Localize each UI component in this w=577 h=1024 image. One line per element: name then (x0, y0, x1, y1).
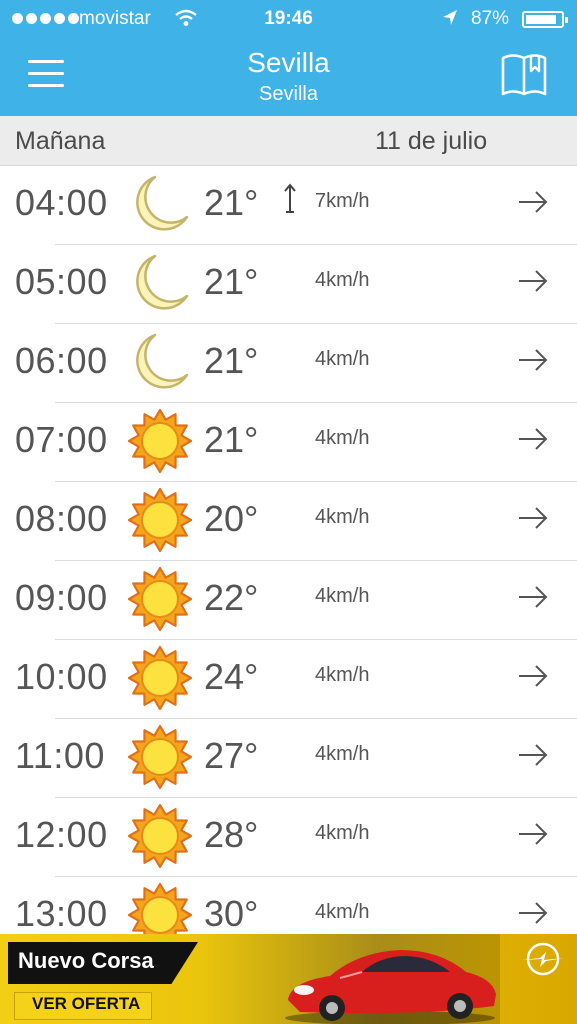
sun-icon (127, 803, 193, 869)
wind-speed: 4km/h (315, 506, 370, 528)
temperature: 28° (204, 814, 259, 855)
temperature: 21° (204, 182, 259, 223)
ad-cta-label[interactable]: VER OFERTA (32, 994, 140, 1014)
hour-label: 13:00 (15, 893, 108, 934)
page-subtitle: Sevilla (259, 83, 318, 105)
hour-label: 06:00 (15, 340, 108, 381)
temperature: 27° (204, 735, 259, 776)
wind-direction-icon (280, 182, 300, 216)
hourly-row[interactable]: 06:00 21° 4km/h (0, 324, 577, 403)
moon-icon (128, 330, 192, 394)
temperature: 21° (204, 261, 259, 302)
arrow-right-icon[interactable] (517, 190, 549, 214)
arrow-right-icon[interactable] (517, 585, 549, 609)
moon-icon (128, 251, 192, 315)
day-date: 11 de julio (375, 127, 488, 155)
top-bar: movistar 19:46 87% Sevilla Sevilla (0, 0, 577, 116)
battery-percent: 87% (471, 8, 510, 29)
temperature: 21° (204, 340, 259, 381)
sun-icon (127, 408, 193, 474)
hourly-row[interactable]: 08:00 20° 4km/h (0, 482, 577, 561)
hourly-row[interactable]: 07:00 21° 4km/h (0, 403, 577, 482)
sun-icon (127, 882, 193, 934)
arrow-right-icon[interactable] (517, 427, 549, 451)
hourly-forecast-list[interactable]: 04:00 21° 7km/h 05:00 21° 4km/h 06:00 21… (0, 166, 577, 934)
arrow-right-icon[interactable] (517, 269, 549, 293)
wind-speed: 4km/h (315, 427, 370, 449)
hourly-row[interactable]: 05:00 21° 4km/h (0, 245, 577, 324)
hourly-row[interactable]: 04:00 21° 7km/h (0, 166, 577, 245)
wind-speed: 4km/h (315, 269, 370, 291)
temperature: 21° (204, 419, 259, 460)
ad-headline: Nuevo Corsa (18, 948, 154, 973)
sun-icon (127, 724, 193, 790)
hourly-row[interactable]: 10:00 24° 4km/h (0, 640, 577, 719)
hour-label: 07:00 (15, 419, 108, 460)
page-title: Sevilla (247, 47, 330, 78)
hour-label: 09:00 (15, 577, 108, 618)
sun-icon (127, 645, 193, 711)
day-label: Mañana (15, 127, 106, 155)
wind-speed: 7km/h (315, 190, 370, 212)
location-arrow-icon (440, 8, 460, 34)
wind-speed: 4km/h (315, 348, 370, 370)
status-bar: movistar 19:46 87% (0, 0, 577, 38)
sun-icon (127, 487, 193, 553)
wind-speed: 4km/h (315, 822, 370, 844)
temperature: 22° (204, 577, 259, 618)
temperature: 20° (204, 498, 259, 539)
arrow-right-icon[interactable] (517, 901, 549, 925)
hourly-row[interactable]: 13:00 30° 4km/h (0, 877, 577, 934)
arrow-right-icon[interactable] (517, 743, 549, 767)
sun-icon (127, 566, 193, 632)
hour-label: 11:00 (15, 735, 105, 776)
hour-label: 12:00 (15, 814, 108, 855)
moon-icon (128, 172, 192, 236)
arrow-right-icon[interactable] (517, 822, 549, 846)
arrow-right-icon[interactable] (517, 664, 549, 688)
wind-speed: 4km/h (315, 743, 370, 765)
wind-speed: 4km/h (315, 664, 370, 686)
hourly-row[interactable]: 12:00 28° 4km/h (0, 798, 577, 877)
temperature: 30° (204, 893, 259, 934)
hour-label: 05:00 (15, 261, 108, 302)
wind-speed: 4km/h (315, 585, 370, 607)
hour-label: 08:00 (15, 498, 108, 539)
hourly-row[interactable]: 11:00 27° 4km/h (0, 719, 577, 798)
wind-speed: 4km/h (315, 901, 370, 923)
arrow-right-icon[interactable] (517, 506, 549, 530)
book-bookmark-icon[interactable] (500, 52, 548, 98)
battery-icon (522, 11, 568, 28)
hour-label: 10:00 (15, 656, 108, 697)
opel-logo-icon (520, 942, 566, 982)
day-header: Mañana 11 de julio (0, 116, 577, 166)
arrow-right-icon[interactable] (517, 348, 549, 372)
car-image (270, 938, 510, 1024)
hour-label: 04:00 (15, 182, 108, 223)
hourly-row[interactable]: 09:00 22° 4km/h (0, 561, 577, 640)
temperature: 24° (204, 656, 259, 697)
ad-banner[interactable]: Nuevo Corsa VER OFERTA (0, 934, 577, 1024)
